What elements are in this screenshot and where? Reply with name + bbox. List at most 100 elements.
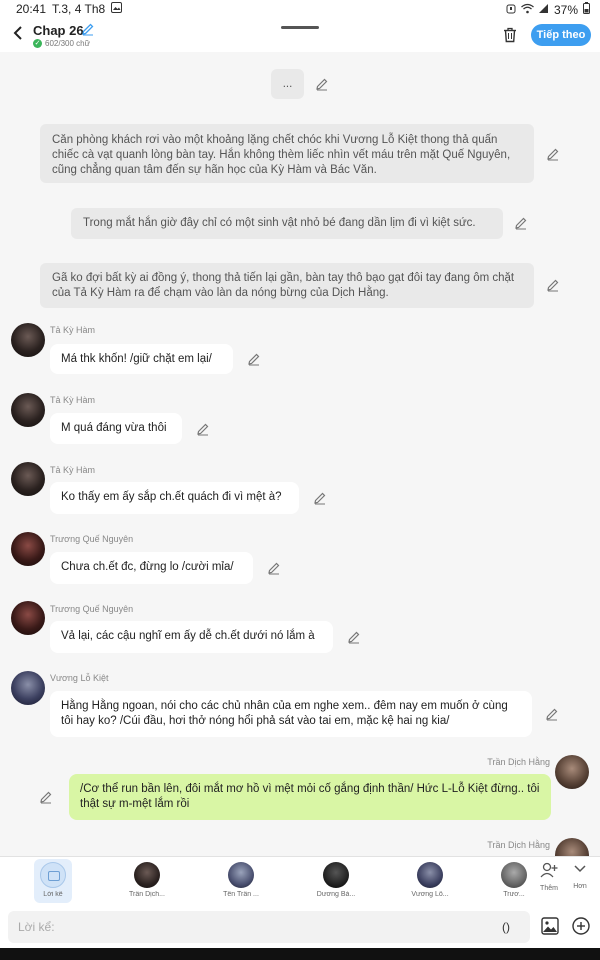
message-text: /Cơ thể run bần lên, đôi mắt mơ hồ vì mệ…: [80, 783, 540, 810]
trash-icon: [504, 27, 516, 43]
pencil-icon: [268, 562, 280, 575]
narration-selector-label: Lời kể: [43, 891, 63, 898]
delete-button[interactable]: [503, 27, 517, 48]
chevron-down-icon: [574, 865, 586, 873]
sender-name: Tả Kỳ Hàm: [50, 395, 96, 405]
edit-message-button[interactable]: [267, 561, 281, 575]
edit-message-button[interactable]: [39, 790, 53, 804]
pencil-icon: [314, 492, 326, 505]
message-text: Ko thấy em ấy sắp ch.ết quách đi vì mệt …: [61, 491, 282, 503]
avatar[interactable]: [11, 671, 45, 705]
add-character-label: Thêm: [540, 885, 558, 892]
pencil-icon: [348, 631, 360, 644]
next-button[interactable]: Tiếp theo: [531, 24, 591, 46]
narration-selector[interactable]: Lời kể: [34, 859, 72, 903]
image-icon: [541, 917, 559, 935]
my-message-bubble[interactable]: /Cơ thể run bần lên, đôi mắt mơ hồ vì mệ…: [69, 774, 551, 820]
action-toggle-button[interactable]: (): [502, 920, 510, 934]
avatar[interactable]: [11, 323, 45, 357]
character-item[interactable]: Trươ...: [496, 859, 532, 898]
character-name: Trươ...: [503, 891, 525, 898]
edit-message-button[interactable]: [247, 352, 261, 366]
pencil-icon: [547, 279, 559, 292]
sender-name: Vương Lỗ Kiệt: [50, 673, 109, 683]
narration-text: Gã ko đợi bất kỳ ai đồng ý, thong thả ti…: [52, 272, 515, 299]
message-bubble[interactable]: Vả lại, các cậu nghĩ em ấy dễ ch.ết dưới…: [50, 621, 333, 653]
avatar[interactable]: [555, 755, 589, 789]
input-bar: (): [0, 906, 600, 948]
pencil-icon: [547, 148, 559, 161]
pencil-icon: [546, 708, 558, 721]
drag-handle[interactable]: [281, 26, 319, 29]
edit-message-button[interactable]: [315, 77, 329, 91]
narration-bubble[interactable]: Căn phòng khách rơi vào một khoảng lặng …: [40, 124, 534, 183]
narration-text: Căn phòng khách rơi vào một khoảng lặng …: [52, 134, 511, 176]
message-text: Chưa ch.ết đc, đừng lo /cười mỉa/: [61, 561, 234, 573]
character-item[interactable]: Tên Trần ...: [211, 859, 271, 898]
character-avatar: [501, 862, 527, 888]
signal-icon: [538, 3, 549, 17]
character-avatar: [228, 862, 254, 888]
add-button[interactable]: [572, 917, 590, 940]
status-date: T.3, 4 Th8: [52, 2, 106, 16]
system-navigation-bar: [0, 948, 600, 960]
message-bubble[interactable]: Hằng Hằng ngoan, nói cho các chủ nhân củ…: [50, 691, 532, 737]
character-name: Tên Trần ...: [223, 891, 259, 898]
character-bar: Lời kể Trần Dịch... Tên Trần ... Dương B…: [0, 856, 600, 906]
edit-message-button[interactable]: [514, 216, 528, 230]
add-person-icon: [540, 862, 558, 878]
character-name: Trần Dịch...: [129, 891, 165, 898]
edit-message-button[interactable]: [546, 278, 560, 292]
message-input[interactable]: [8, 911, 530, 943]
edit-message-button[interactable]: [546, 147, 560, 161]
pencil-icon: [82, 23, 94, 36]
pencil-icon: [40, 791, 52, 804]
add-character-button[interactable]: Thêm: [536, 862, 562, 892]
pencil-icon: [248, 353, 260, 366]
message-bubble[interactable]: M quá đáng vừa thôi: [50, 413, 182, 444]
insert-image-button[interactable]: [541, 917, 559, 940]
chapter-header: Chap 26 ✓ 602/300 chữ Tiếp theo: [0, 18, 600, 52]
battery-percent: 37%: [553, 2, 578, 17]
narration-bubble[interactable]: Trong mắt hắn giờ đây chỉ có một sinh vậ…: [71, 208, 503, 239]
sender-name: Trương Quế Nguyên: [50, 534, 134, 544]
edit-message-button[interactable]: [545, 707, 559, 721]
battery-icon: [583, 2, 590, 17]
edit-message-button[interactable]: [196, 422, 210, 436]
chapter-title[interactable]: Chap 26: [33, 23, 84, 38]
edit-message-button[interactable]: [313, 491, 327, 505]
pencil-icon: [515, 217, 527, 230]
sender-name: Tả Kỳ Hàm: [50, 325, 96, 335]
character-name: Dương Bá...: [316, 891, 356, 898]
character-item[interactable]: Vương Lỗ...: [400, 859, 460, 898]
pencil-icon: [316, 78, 328, 91]
sender-name: Trần Dịch Hằng: [487, 757, 550, 767]
narration-bubble[interactable]: Gã ko đợi bất kỳ ai đồng ý, thong thả ti…: [40, 263, 534, 308]
message-bubble[interactable]: Ko thấy em ấy sắp ch.ết quách đi vì mệt …: [50, 482, 299, 514]
back-button[interactable]: [8, 24, 28, 48]
avatar[interactable]: [11, 462, 45, 496]
status-bar: 20:41 T.3, 4 Th8 37%: [0, 0, 600, 18]
character-item[interactable]: Dương Bá...: [306, 859, 366, 898]
pencil-icon: [197, 423, 209, 436]
narration-icon: [40, 862, 66, 888]
message-bubble[interactable]: Má thk khốn! /giữ chặt em lại/: [50, 344, 233, 374]
chat-area[interactable]: ... Căn phòng khách rơi vào một khoảng l…: [0, 52, 600, 856]
chevron-left-icon: [13, 26, 22, 40]
message-text: Hằng Hằng ngoan, nói cho các chủ nhân củ…: [61, 700, 508, 727]
more-button[interactable]: Hơn: [568, 862, 592, 890]
narration-bubble[interactable]: ...: [271, 69, 304, 99]
sender-name: Tả Kỳ Hàm: [50, 465, 96, 475]
message-text: M quá đáng vừa thôi: [61, 422, 167, 434]
character-avatar: [134, 862, 160, 888]
avatar[interactable]: [11, 393, 45, 427]
wifi-icon: [521, 3, 534, 17]
avatar[interactable]: [11, 532, 45, 566]
edit-message-button[interactable]: [347, 630, 361, 644]
character-avatar: [417, 862, 443, 888]
message-bubble[interactable]: Chưa ch.ết đc, đừng lo /cười mỉa/: [50, 552, 253, 584]
avatar[interactable]: [11, 601, 45, 635]
avatar[interactable]: [555, 838, 589, 856]
sender-name: Trần Dịch Hằng: [487, 840, 550, 850]
character-item[interactable]: Trần Dịch...: [117, 859, 177, 898]
